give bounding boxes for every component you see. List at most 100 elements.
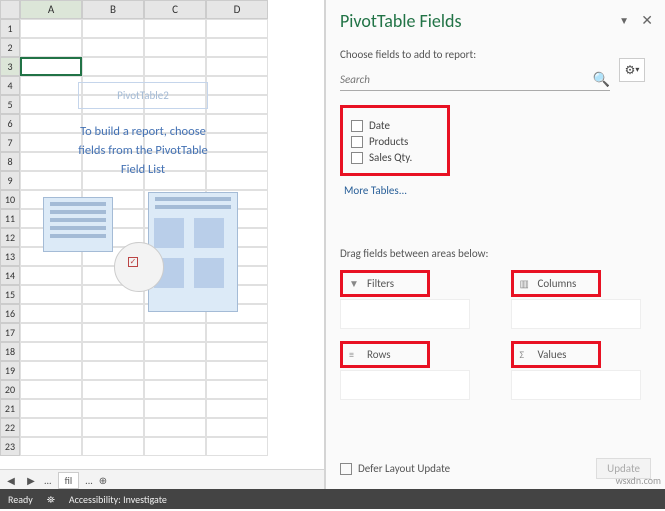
- row-head[interactable]: 16: [0, 304, 20, 323]
- row-head[interactable]: 4: [0, 76, 20, 95]
- values-area-header[interactable]: ΣValues: [511, 341, 601, 368]
- cell[interactable]: [206, 418, 268, 437]
- field-item[interactable]: Date: [351, 119, 439, 132]
- row-head[interactable]: 1: [0, 19, 20, 38]
- row-head[interactable]: 17: [0, 323, 20, 342]
- col-head-A[interactable]: A: [20, 0, 82, 19]
- cell[interactable]: [206, 342, 268, 361]
- cell[interactable]: [82, 380, 144, 399]
- cell[interactable]: [206, 19, 268, 38]
- row-head[interactable]: 12: [0, 228, 20, 247]
- columns-area-header[interactable]: ▥Columns: [511, 270, 601, 297]
- cell[interactable]: [144, 418, 206, 437]
- cell[interactable]: [82, 323, 144, 342]
- row-head[interactable]: 10: [0, 190, 20, 209]
- row-head[interactable]: 23: [0, 437, 20, 456]
- row-head[interactable]: 15: [0, 285, 20, 304]
- rows-dropzone[interactable]: [340, 370, 470, 400]
- cell[interactable]: [206, 399, 268, 418]
- row-head[interactable]: 21: [0, 399, 20, 418]
- row-head[interactable]: 20: [0, 380, 20, 399]
- cell[interactable]: [144, 323, 206, 342]
- col-head-C[interactable]: C: [144, 0, 206, 19]
- row-head[interactable]: 19: [0, 361, 20, 380]
- cell[interactable]: [20, 418, 82, 437]
- row-head[interactable]: 5: [0, 95, 20, 114]
- cell[interactable]: [206, 361, 268, 380]
- filters-area-header[interactable]: ▼Filters: [340, 270, 430, 297]
- checkbox[interactable]: [351, 152, 363, 164]
- cell[interactable]: [144, 437, 206, 456]
- more-tables-link[interactable]: More Tables...: [344, 184, 651, 197]
- search-icon[interactable]: 🔍: [593, 71, 610, 88]
- cell[interactable]: [20, 380, 82, 399]
- sheet-tab-bar[interactable]: ◀ ▶ ... fil ... ⊕: [0, 469, 324, 491]
- cell[interactable]: [20, 399, 82, 418]
- cell[interactable]: [144, 342, 206, 361]
- cell[interactable]: [82, 342, 144, 361]
- tab-nav-next-icon[interactable]: ▶: [24, 474, 38, 487]
- col-head-D[interactable]: D: [206, 0, 268, 19]
- search-input[interactable]: [340, 73, 593, 86]
- tab-ellipsis[interactable]: ...: [44, 474, 52, 487]
- row-head[interactable]: 22: [0, 418, 20, 437]
- row-head[interactable]: 14: [0, 266, 20, 285]
- field-item[interactable]: Sales Qty.: [351, 151, 439, 164]
- columns-dropzone[interactable]: [511, 299, 641, 329]
- filters-dropzone[interactable]: [340, 299, 470, 329]
- row-head[interactable]: 6: [0, 114, 20, 133]
- cell[interactable]: [20, 342, 82, 361]
- row-head[interactable]: 11: [0, 209, 20, 228]
- field-item[interactable]: Products: [351, 135, 439, 148]
- accessibility-icon[interactable]: ⛯: [47, 493, 55, 506]
- active-cell[interactable]: [20, 57, 82, 76]
- cell[interactable]: [82, 361, 144, 380]
- cell[interactable]: [82, 38, 144, 57]
- cell[interactable]: [20, 437, 82, 456]
- select-all-corner[interactable]: [0, 0, 20, 19]
- cell[interactable]: [82, 418, 144, 437]
- cell[interactable]: [82, 57, 144, 76]
- tab-nav-prev-icon[interactable]: ◀: [4, 474, 18, 487]
- cell[interactable]: [206, 437, 268, 456]
- cell[interactable]: [144, 57, 206, 76]
- cell[interactable]: [206, 38, 268, 57]
- pane-dropdown-icon[interactable]: ▼: [619, 14, 629, 27]
- cell[interactable]: [82, 437, 144, 456]
- values-dropzone[interactable]: [511, 370, 641, 400]
- rows-icon: ≡: [349, 348, 361, 361]
- cell[interactable]: [144, 38, 206, 57]
- cell[interactable]: [144, 19, 206, 38]
- cell[interactable]: [20, 323, 82, 342]
- cell[interactable]: [82, 19, 144, 38]
- cell[interactable]: [206, 323, 268, 342]
- status-accessibility[interactable]: Accessibility: Investigate: [69, 493, 167, 506]
- checkbox[interactable]: [351, 136, 363, 148]
- defer-checkbox[interactable]: [340, 463, 352, 475]
- checkbox[interactable]: [351, 120, 363, 132]
- cell[interactable]: [144, 361, 206, 380]
- row-head[interactable]: 2: [0, 38, 20, 57]
- cell[interactable]: [144, 380, 206, 399]
- gear-icon[interactable]: ⚙▾: [619, 58, 645, 82]
- new-sheet-icon[interactable]: ⊕: [99, 474, 107, 487]
- rows-area-header[interactable]: ≡Rows: [340, 341, 430, 368]
- row-head[interactable]: 7: [0, 133, 20, 152]
- row-head[interactable]: 13: [0, 247, 20, 266]
- search-field[interactable]: 🔍: [340, 69, 610, 91]
- cell[interactable]: [206, 57, 268, 76]
- cell[interactable]: [82, 399, 144, 418]
- cell[interactable]: [206, 380, 268, 399]
- row-head[interactable]: 8: [0, 152, 20, 171]
- cell[interactable]: [144, 399, 206, 418]
- tab-ellipsis[interactable]: ...: [85, 474, 93, 487]
- cell[interactable]: [20, 361, 82, 380]
- close-icon[interactable]: ✕: [641, 12, 653, 29]
- cell[interactable]: [20, 38, 82, 57]
- row-head[interactable]: 9: [0, 171, 20, 190]
- col-head-B[interactable]: B: [82, 0, 144, 19]
- sheet-tab[interactable]: fil: [58, 472, 80, 489]
- row-head[interactable]: 18: [0, 342, 20, 361]
- cell[interactable]: [20, 19, 82, 38]
- row-head[interactable]: 3: [0, 57, 20, 76]
